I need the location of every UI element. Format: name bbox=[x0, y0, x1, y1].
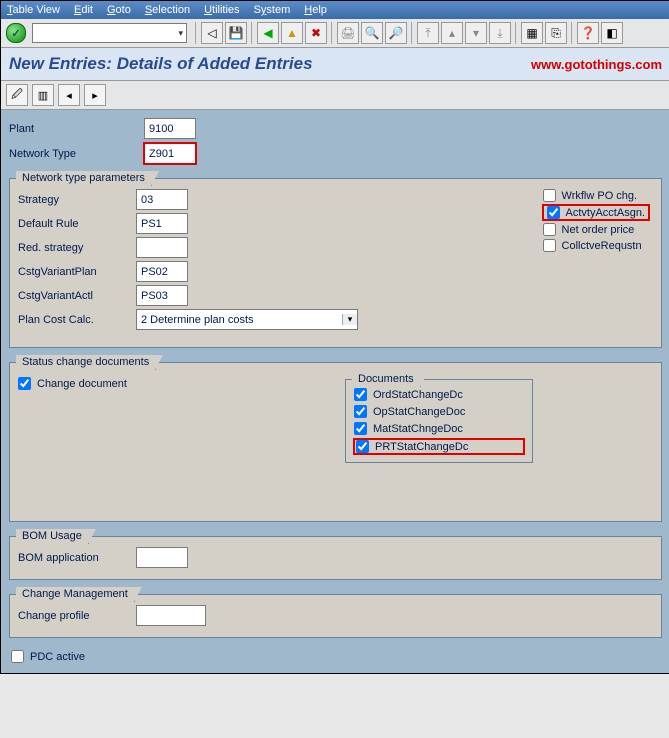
actvty-label: ActvtyAcctAsgn. bbox=[566, 207, 645, 219]
website-label: www.gotothings.com bbox=[531, 57, 662, 72]
exit-icon[interactable]: ▲ bbox=[281, 22, 303, 44]
group-title: Status change documents bbox=[16, 355, 156, 370]
back-icon[interactable]: ◁ bbox=[201, 22, 223, 44]
content-area: Plant Network Type Network type paramete… bbox=[1, 110, 669, 673]
shortcut-icon[interactable]: ⎘ bbox=[545, 22, 567, 44]
expand-icon[interactable]: 🖉 bbox=[6, 84, 28, 106]
change-document-checkbox[interactable] bbox=[18, 377, 31, 390]
op-label: OpStatChangeDoc bbox=[373, 406, 465, 418]
title-bar: New Entries: Details of Added Entries ww… bbox=[1, 48, 669, 81]
main-toolbar: ▾ ◁ 💾 ◀ ▲ ✖ 🖨 🔍 🔎 ⤒ ▴ ▾ ⤓ ▦ ⎘ ❓ ◧ bbox=[1, 19, 669, 48]
pdc-active-checkbox[interactable] bbox=[11, 650, 24, 663]
next-page-icon: ▾ bbox=[465, 22, 487, 44]
cstg-plan-field[interactable] bbox=[136, 261, 188, 282]
menu-edit[interactable]: Edit bbox=[74, 4, 93, 16]
page-title: New Entries: Details of Added Entries bbox=[9, 54, 313, 74]
save-icon[interactable]: 💾 bbox=[225, 22, 247, 44]
red-strategy-field[interactable] bbox=[136, 237, 188, 258]
group-title: Documents bbox=[352, 372, 421, 387]
status-change-documents-group: Status change documents Change document … bbox=[9, 362, 662, 522]
delimit-icon[interactable]: ▥ bbox=[32, 84, 54, 106]
prt-stat-change-checkbox[interactable] bbox=[356, 440, 369, 453]
mat-stat-change-checkbox[interactable] bbox=[354, 422, 367, 435]
cstg-plan-label: CstgVariantPlan bbox=[18, 266, 136, 278]
next-entry-icon[interactable]: ▸ bbox=[84, 84, 106, 106]
pdc-active-label: PDC active bbox=[30, 651, 85, 663]
print-icon: 🖨 bbox=[337, 22, 359, 44]
change-profile-label: Change profile bbox=[18, 610, 136, 622]
cancel-icon[interactable]: ✖ bbox=[305, 22, 327, 44]
network-type-field[interactable] bbox=[144, 143, 196, 164]
change-profile-field[interactable] bbox=[136, 605, 206, 626]
menu-help[interactable]: Help bbox=[304, 4, 327, 16]
strategy-label: Strategy bbox=[18, 194, 136, 206]
prt-label: PRTStatChangeDc bbox=[375, 441, 468, 453]
group-title: BOM Usage bbox=[16, 529, 89, 544]
default-rule-field[interactable] bbox=[136, 213, 188, 234]
default-rule-label: Default Rule bbox=[18, 218, 136, 230]
wrkflw-po-chg-checkbox[interactable] bbox=[543, 189, 556, 202]
strategy-field[interactable] bbox=[136, 189, 188, 210]
network-type-label: Network Type bbox=[9, 148, 144, 160]
group-title: Network type parameters bbox=[16, 171, 152, 186]
change-management-group: Change Management Change profile bbox=[9, 594, 662, 638]
ord-stat-change-checkbox[interactable] bbox=[354, 388, 367, 401]
command-field[interactable]: ▾ bbox=[32, 23, 187, 43]
dropdown-icon[interactable]: ▾ bbox=[342, 314, 357, 325]
ord-label: OrdStatChangeDc bbox=[373, 389, 463, 401]
plan-cost-select[interactable]: 2 Determine plan costs ▾ bbox=[136, 309, 358, 330]
bom-application-label: BOM application bbox=[18, 552, 136, 564]
prev-entry-icon[interactable]: ◂ bbox=[58, 84, 80, 106]
find-icon: 🔍 bbox=[361, 22, 383, 44]
enter-icon[interactable] bbox=[6, 23, 26, 43]
op-stat-change-checkbox[interactable] bbox=[354, 405, 367, 418]
new-session-icon[interactable]: ▦ bbox=[521, 22, 543, 44]
back-green-icon[interactable]: ◀ bbox=[257, 22, 279, 44]
plant-label: Plant bbox=[9, 123, 144, 135]
change-document-label: Change document bbox=[37, 378, 127, 390]
layout-icon[interactable]: ◧ bbox=[601, 22, 623, 44]
menu-bar: Table View Edit Goto Selection Utilities… bbox=[1, 1, 669, 19]
last-page-icon: ⤓ bbox=[489, 22, 511, 44]
collctve-label: CollctveRequstn bbox=[562, 240, 642, 252]
wrkflw-label: Wrkflw PO chg. bbox=[562, 190, 638, 202]
net-order-price-checkbox[interactable] bbox=[543, 223, 556, 236]
bom-application-field[interactable] bbox=[136, 547, 188, 568]
plan-cost-value: 2 Determine plan costs bbox=[137, 314, 342, 326]
actvty-acct-asgn-checkbox[interactable] bbox=[547, 206, 560, 219]
group-title: Change Management bbox=[16, 587, 135, 602]
bom-usage-group: BOM Usage BOM application bbox=[9, 536, 662, 580]
dropdown-icon[interactable]: ▾ bbox=[178, 28, 183, 39]
help-icon[interactable]: ❓ bbox=[577, 22, 599, 44]
plan-cost-label: Plan Cost Calc. bbox=[18, 314, 136, 326]
mat-label: MatStatChngeDoc bbox=[373, 423, 463, 435]
collctve-requstn-checkbox[interactable] bbox=[543, 239, 556, 252]
menu-goto[interactable]: Goto bbox=[107, 4, 131, 16]
network-type-parameters-group: Network type parameters Strategy Default… bbox=[9, 178, 662, 348]
menu-selection[interactable]: Selection bbox=[145, 4, 190, 16]
cstg-actl-label: CstgVariantActl bbox=[18, 290, 136, 302]
cstg-actl-field[interactable] bbox=[136, 285, 188, 306]
prev-page-icon: ▴ bbox=[441, 22, 463, 44]
plant-field[interactable] bbox=[144, 118, 196, 139]
menu-utilities[interactable]: Utilities bbox=[204, 4, 239, 16]
netorder-label: Net order price bbox=[562, 224, 635, 236]
menu-system[interactable]: System bbox=[254, 4, 291, 16]
menu-table-view[interactable]: Table View bbox=[7, 4, 60, 16]
app-toolbar: 🖉 ▥ ◂ ▸ bbox=[1, 81, 669, 110]
first-page-icon: ⤒ bbox=[417, 22, 439, 44]
documents-group: Documents OrdStatChangeDc OpStatChangeDo… bbox=[345, 379, 533, 463]
find-next-icon: 🔎 bbox=[385, 22, 407, 44]
red-strategy-label: Red. strategy bbox=[18, 242, 136, 254]
